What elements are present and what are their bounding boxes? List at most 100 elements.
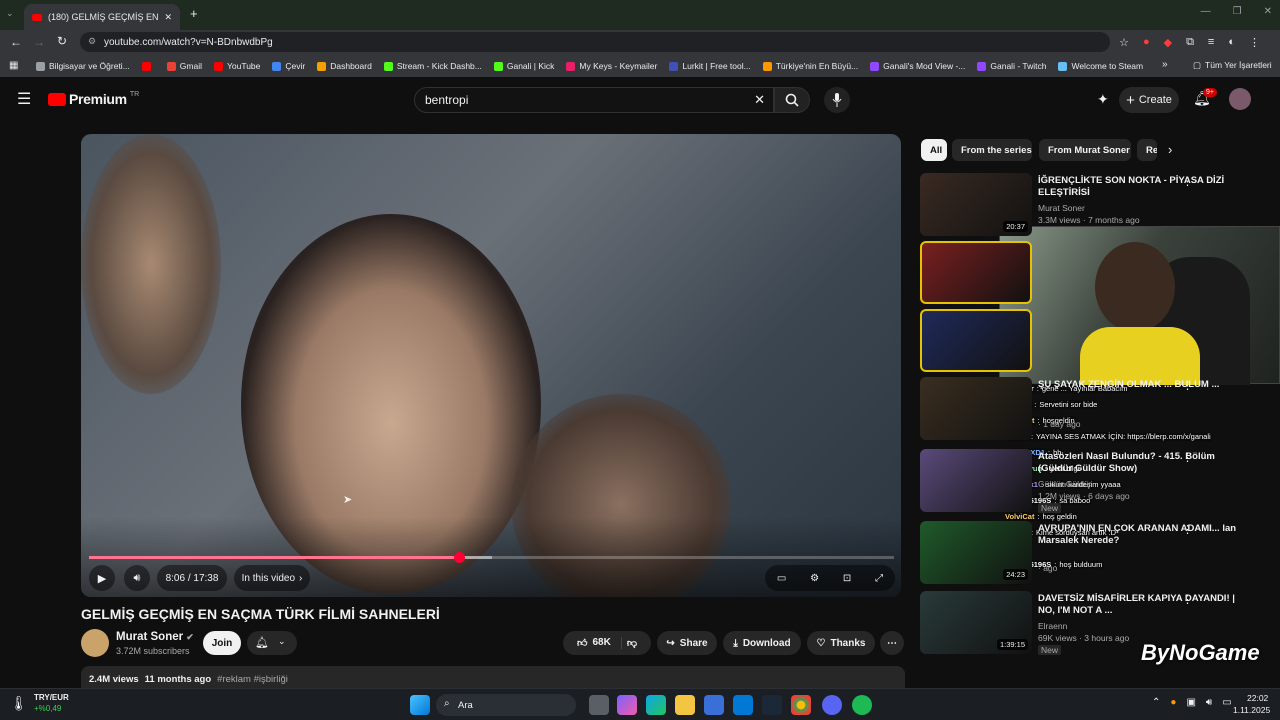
restore-icon[interactable]: ❐ [1233,6,1242,17]
discord-icon[interactable] [822,695,842,715]
file-explorer-icon[interactable] [675,695,695,715]
bookmark-item[interactable]: Ganali - Twitch [971,61,1052,71]
bookmark-item[interactable]: Çevir [266,61,311,71]
bookmark-item[interactable]: Ganali | Kick [488,61,561,71]
like-button[interactable]: 👍︎ 68K [577,637,622,649]
settings-gear-icon[interactable]: ⚙ [810,573,819,584]
more-options-icon[interactable]: ⋮ [1182,175,1193,188]
task-view-icon[interactable] [589,695,609,715]
outlook-icon[interactable] [733,695,753,715]
play-button[interactable]: ▶ [89,565,115,591]
more-options-icon[interactable]: ⋮ [1182,523,1193,536]
recommendation-item[interactable] [920,241,1275,307]
captions-icon[interactable]: ▭ [777,573,786,584]
profile-icon[interactable]: ◐ [1228,36,1235,49]
recommendation-item[interactable]: 1:39:15 DAVETSİZ MİSAFİRLER KAPIYA DAYAND… [920,591,1275,657]
fullscreen-icon[interactable]: ⤢ [875,573,883,584]
more-options-icon[interactable]: ⋮ [1182,451,1193,464]
recommendation-title[interactable]: ŞU ŞAYAK ZENGİN OLMAK ... BULUM ... [1038,379,1248,391]
video-progress-bar[interactable] [89,552,894,563]
recommendation-thumbnail[interactable] [920,309,1032,372]
speaker-icon[interactable]: 🔊︎ [1206,697,1212,708]
channel-avatar[interactable] [81,629,109,657]
extension-record-icon[interactable]: ● [1143,36,1150,49]
channel-name[interactable]: Murat Soner ✔ [116,631,194,643]
all-bookmarks-folder[interactable]: ▢ Tüm Yer İşaretleri [1193,60,1272,71]
store-icon[interactable] [704,695,724,715]
dislike-button[interactable]: 👎︎ [627,637,637,649]
recommendation-item[interactable]: Atasözleri Nasıl Bulundu? - 415. Bölüm (… [920,449,1275,515]
recommendation-title[interactable]: İĞRENÇLİKTE SON NOKTA - PİYASA DİZİ ELEŞ… [1038,175,1248,199]
filter-chip[interactable]: From Murat Soner [1039,139,1131,161]
steam-icon[interactable] [762,695,782,715]
voice-search-button[interactable] [824,87,850,113]
bookmark-item[interactable]: Bilgisayar ve Öğreti... [30,61,136,71]
bookmark-item[interactable]: Gmail [161,61,208,71]
bookmark-item[interactable]: Lurkit | Free tool... [663,61,756,71]
download-button[interactable]: ⤓ Download [723,631,801,655]
clock-time[interactable]: 22:02 [1247,693,1268,703]
volume-button[interactable]: 🔊︎ [124,565,150,591]
recommendation-channel[interactable]: Güldür Güldür [1038,479,1091,489]
video-player[interactable] [81,134,901,597]
tray-overflow-icon[interactable]: ⌃ [1152,697,1160,708]
recommendation-thumbnail[interactable] [920,241,1032,304]
recommendation-channel[interactable]: Elraenn [1038,621,1067,631]
create-button[interactable]: + Create [1119,87,1179,113]
start-button[interactable] [410,695,430,715]
account-avatar[interactable] [1229,88,1251,110]
weather-widget-icon[interactable]: 🌡︎ [10,695,28,712]
address-bar[interactable]: ⚙ youtube.com/watch?v=N-BDnbwdbPg [80,32,1110,52]
filter-chip[interactable]: Re [1137,139,1157,161]
recommendation-title[interactable]: Atasözleri Nasıl Bulundu? - 415. Bölüm (… [1038,451,1248,475]
recommendation-title[interactable]: DAVETSİZ MİSAFİRLER KAPIYA DAYANDI! | NO… [1038,593,1248,617]
hashtags[interactable]: #reklam #işbirliği [217,674,288,686]
new-tab-button[interactable]: + [190,6,198,21]
shorts-create-icon[interactable]: ✦ [1097,91,1109,108]
recommendation-title[interactable]: AVRUPA'NIN EN ÇOK ARANAN ADAMI... lan Ma… [1038,523,1248,547]
subscribe-notifications-button[interactable]: 🔔︎ ⌄ [247,631,297,655]
edge-icon[interactable] [646,695,666,715]
battery-icon[interactable]: ▭ [1222,697,1231,708]
recommendation-thumbnail[interactable] [920,377,1032,440]
minimize-icon[interactable]: — [1201,6,1211,17]
bookmark-item[interactable]: Welcome to Steam [1052,61,1149,71]
theater-mode-icon[interactable]: ⊡ [843,573,851,584]
bookmark-item[interactable]: Dashboard [311,61,378,71]
thanks-button[interactable]: ♡ Thanks [807,631,875,655]
share-button[interactable]: ↪ Share [657,631,717,655]
join-button[interactable]: Join [203,631,241,655]
recommendation-channel[interactable]: Murat Soner [1038,203,1085,213]
back-icon[interactable]: ← [10,35,22,49]
recommendation-thumbnail[interactable]: 1:39:15 [920,591,1032,654]
recommendation-thumbnail[interactable]: 24:23 [920,521,1032,584]
recommendation-item[interactable]: 20:37 İĞRENÇLİKTE SON NOKTA - PİYASA DİZİ… [920,173,1275,239]
recommendation-item[interactable]: 24:23 AVRUPA'NIN EN ÇOK ARANAN ADAMI... l… [920,521,1275,587]
tab-close-icon[interactable]: ✕ [164,12,172,23]
more-actions-button[interactable]: ⋯ [880,631,904,655]
more-options-icon[interactable]: ⋮ [1182,593,1193,606]
reading-list-icon[interactable]: ≡ [1208,36,1214,49]
network-icon[interactable]: ▣ [1186,697,1195,708]
spotify-icon[interactable] [852,695,872,715]
forward-icon[interactable]: → [33,35,45,49]
youtube-premium-logo[interactable]: Premium TR [48,91,139,107]
bookmark-item[interactable]: Türkiye'nin En Büyü... [757,61,864,71]
bookmarks-overflow-icon[interactable]: » [1162,59,1168,70]
search-button[interactable] [774,87,810,113]
site-info-icon[interactable]: ⚙ [88,36,96,47]
close-window-icon[interactable]: ✕ [1264,6,1272,17]
recommendation-thumbnail[interactable] [920,449,1032,512]
browser-menu-icon[interactable]: ⋮ [1249,36,1260,49]
hamburger-menu-icon[interactable]: ☰ [17,89,31,109]
filter-chip[interactable]: All [921,139,947,161]
recommendation-item[interactable] [920,309,1275,375]
ticker-name[interactable]: TRY/EUR [34,693,69,702]
bookmark-item[interactable]: Ganali's Mod View -... [864,61,971,71]
extensions-puzzle-icon[interactable]: ⧉ [1186,36,1194,49]
tray-mic-icon[interactable]: ● [1170,697,1176,708]
bookmark-star-icon[interactable]: ☆ [1119,36,1129,49]
clear-search-icon[interactable]: ✕ [754,92,765,108]
clock-date[interactable]: 1.11.2025 [1233,705,1270,715]
recommendation-thumbnail[interactable]: 20:37 [920,173,1032,236]
